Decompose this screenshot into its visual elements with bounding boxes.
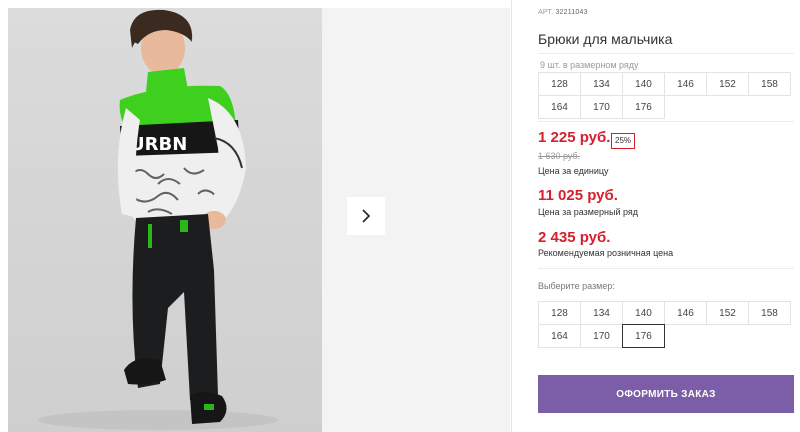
size-row-grid: 128 134 140 146 152 158 164 170 176 <box>538 72 791 119</box>
size-option[interactable]: 158 <box>748 301 791 325</box>
size-option[interactable]: 152 <box>706 301 749 325</box>
size-picker-grid: 128 134 140 146 152 158 164 170 176 <box>538 301 791 348</box>
size-option[interactable]: 164 <box>538 324 581 348</box>
size-row-cell: 170 <box>580 95 623 119</box>
divider <box>538 53 794 54</box>
divider <box>538 121 794 122</box>
unit-price-caption: Цена за единицу <box>538 166 609 176</box>
old-price: 1 630 руб. <box>538 151 581 161</box>
choose-size-label: Выберите размер: <box>538 281 615 291</box>
next-image-button[interactable] <box>347 197 385 235</box>
sweater-print: URBN <box>130 134 187 155</box>
article-number: 32211043 <box>555 9 588 16</box>
size-row-cell: 128 <box>538 72 581 96</box>
boy-model-illustration: URBN <box>38 9 278 430</box>
product-title: Брюки для мальчика <box>538 31 673 47</box>
size-row-cell: 140 <box>622 72 665 96</box>
size-row-cell: 152 <box>706 72 749 96</box>
size-row-note: 9 шт. в размерном ряду <box>540 60 639 70</box>
size-option[interactable]: 140 <box>622 301 665 325</box>
retail-price: 2 435 руб. <box>538 229 611 246</box>
size-option[interactable]: 170 <box>580 324 623 348</box>
article-code: АРТ. 32211043 <box>538 9 588 16</box>
article-label: АРТ. <box>538 9 554 16</box>
size-row-cell: 176 <box>622 95 665 119</box>
size-row-price-caption: Цена за размерный ряд <box>538 207 639 217</box>
product-photo[interactable]: URBN <box>8 8 322 432</box>
panel-divider <box>511 0 512 432</box>
size-row-cell: 164 <box>538 95 581 119</box>
size-option[interactable]: 176 <box>622 324 665 348</box>
size-option[interactable]: 146 <box>664 301 707 325</box>
size-row-cell: 134 <box>580 72 623 96</box>
order-button[interactable]: ОФОРМИТЬ ЗАКАЗ <box>538 375 794 413</box>
size-row-price: 11 025 руб. <box>538 187 618 204</box>
unit-price: 1 225 руб. <box>538 129 611 146</box>
discount-badge: 25% <box>611 133 636 149</box>
divider <box>538 268 794 269</box>
size-row-cell: 158 <box>748 72 791 96</box>
product-gallery: URBN <box>0 0 510 432</box>
size-option[interactable]: 134 <box>580 301 623 325</box>
size-row-cell: 146 <box>664 72 707 96</box>
chevron-right-icon <box>362 209 371 223</box>
size-option[interactable]: 128 <box>538 301 581 325</box>
retail-price-caption: Рекомендуемая розничная цена <box>538 248 674 258</box>
